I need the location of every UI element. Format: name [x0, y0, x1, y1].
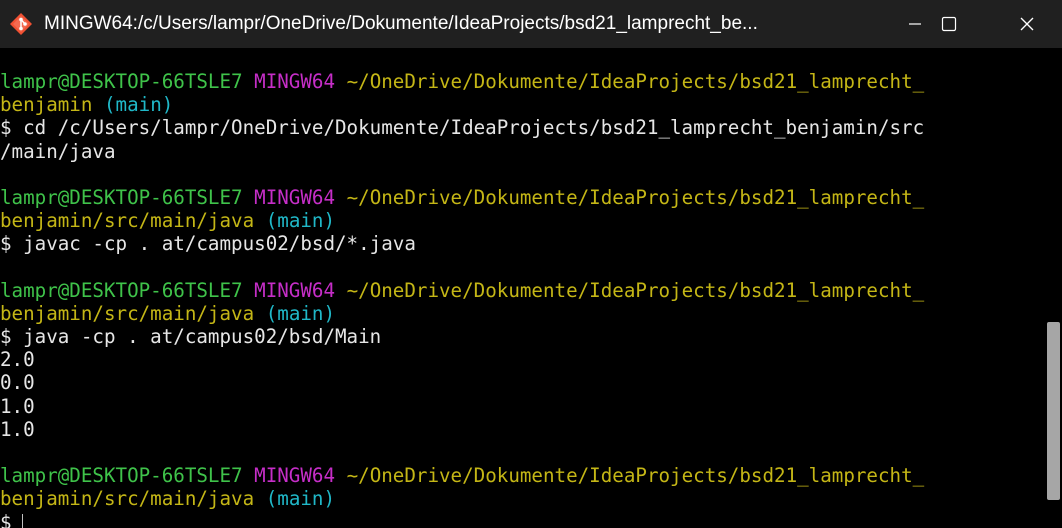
command-line: $ java -cp . at/campus02/bsd/Main — [0, 325, 382, 349]
git-bash-icon — [10, 13, 32, 35]
window-title: MINGW64:/c/Users/lampr/OneDrive/Dokument… — [44, 13, 758, 34]
prompt-line: benjamin (main) — [0, 93, 1045, 116]
prompt-line: benjamin/src/main/java (main) — [0, 487, 1045, 510]
prompt-shell: MINGW64 — [254, 70, 336, 93]
prompt-branch: (main) — [103, 93, 174, 117]
prompt-path: benjamin — [0, 93, 93, 117]
output-line: 0.0 — [0, 371, 35, 395]
prompt-path: benjamin/src/main/java — [0, 209, 255, 233]
prompt-shell: MINGW64 — [254, 278, 336, 302]
close-icon — [1020, 17, 1034, 31]
prompt-line: lampr@DESKTOP-66TSLE7 MINGW64 ~/OneDrive… — [0, 279, 1045, 302]
prompt-line: benjamin/src/main/java (main) — [0, 209, 1045, 232]
prompt-branch: (main) — [265, 487, 336, 511]
prompt-symbol: $ — [0, 510, 12, 528]
prompt-path: ~/OneDrive/Dokumente/IdeaProjects/bsd21_… — [346, 464, 925, 488]
prompt-user: lampr@DESKTOP-66TSLE7 — [0, 464, 243, 488]
prompt-branch: (main) — [265, 301, 336, 325]
text-cursor — [21, 514, 23, 528]
command-input-line[interactable]: $ — [0, 511, 1045, 528]
scrollbar-thumb[interactable] — [1047, 322, 1060, 500]
maximize-button[interactable] — [914, 0, 984, 48]
command-line: $ javac -cp . at/campus02/bsd/*.java — [0, 232, 416, 256]
prompt-shell: MINGW64 — [254, 464, 336, 488]
prompt-user: lampr@DESKTOP-66TSLE7 — [0, 185, 243, 209]
prompt-user: lampr@DESKTOP-66TSLE7 — [0, 70, 243, 93]
close-button[interactable] — [992, 0, 1062, 48]
terminal-output[interactable]: lampr@DESKTOP-66TSLE7 MINGW64 ~/OneDrive… — [0, 70, 1045, 528]
output-line: 2.0 — [0, 348, 35, 372]
prompt-shell: MINGW64 — [254, 185, 336, 209]
prompt-branch: (main) — [265, 209, 336, 233]
prompt-line: lampr@DESKTOP-66TSLE7 MINGW64 ~/OneDrive… — [0, 70, 1045, 93]
prompt-path: ~/OneDrive/Dokumente/IdeaProjects/bsd21_… — [346, 278, 925, 302]
prompt-path: ~/OneDrive/Dokumente/IdeaProjects/bsd21_… — [346, 185, 925, 209]
prompt-user: lampr@DESKTOP-66TSLE7 — [0, 278, 243, 302]
prompt-line: lampr@DESKTOP-66TSLE7 MINGW64 ~/OneDrive… — [0, 186, 1045, 209]
output-line: 1.0 — [0, 417, 35, 441]
prompt-path: benjamin/src/main/java — [0, 487, 255, 511]
prompt-line: benjamin/src/main/java (main) — [0, 302, 1045, 325]
command-line: $ cd /c/Users/lampr/OneDrive/Dokumente/I… — [0, 116, 925, 140]
output-line: 1.0 — [0, 394, 35, 418]
command-line: /main/java — [0, 139, 116, 163]
title-bar[interactable]: MINGW64:/c/Users/lampr/OneDrive/Dokument… — [0, 0, 1062, 48]
prompt-path: ~/OneDrive/Dokumente/IdeaProjects/bsd21_… — [346, 70, 925, 93]
maximize-icon — [941, 16, 957, 32]
prompt-path: benjamin/src/main/java — [0, 301, 255, 325]
prompt-line: lampr@DESKTOP-66TSLE7 MINGW64 ~/OneDrive… — [0, 464, 1045, 487]
